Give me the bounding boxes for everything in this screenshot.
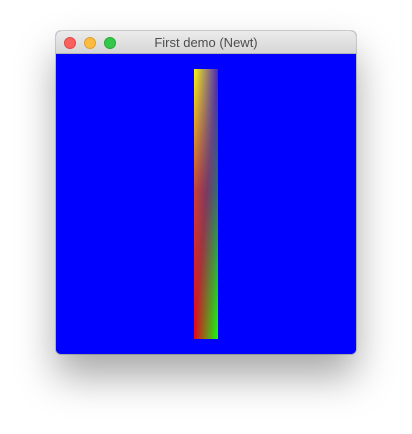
desktop: First demo (Newt) [0,0,412,434]
gradient-quad [194,69,218,339]
render-canvas[interactable] [56,54,356,354]
app-window: First demo (Newt) [56,31,356,354]
title-bar[interactable]: First demo (Newt) [56,31,356,54]
window-title: First demo (Newt) [154,35,258,50]
